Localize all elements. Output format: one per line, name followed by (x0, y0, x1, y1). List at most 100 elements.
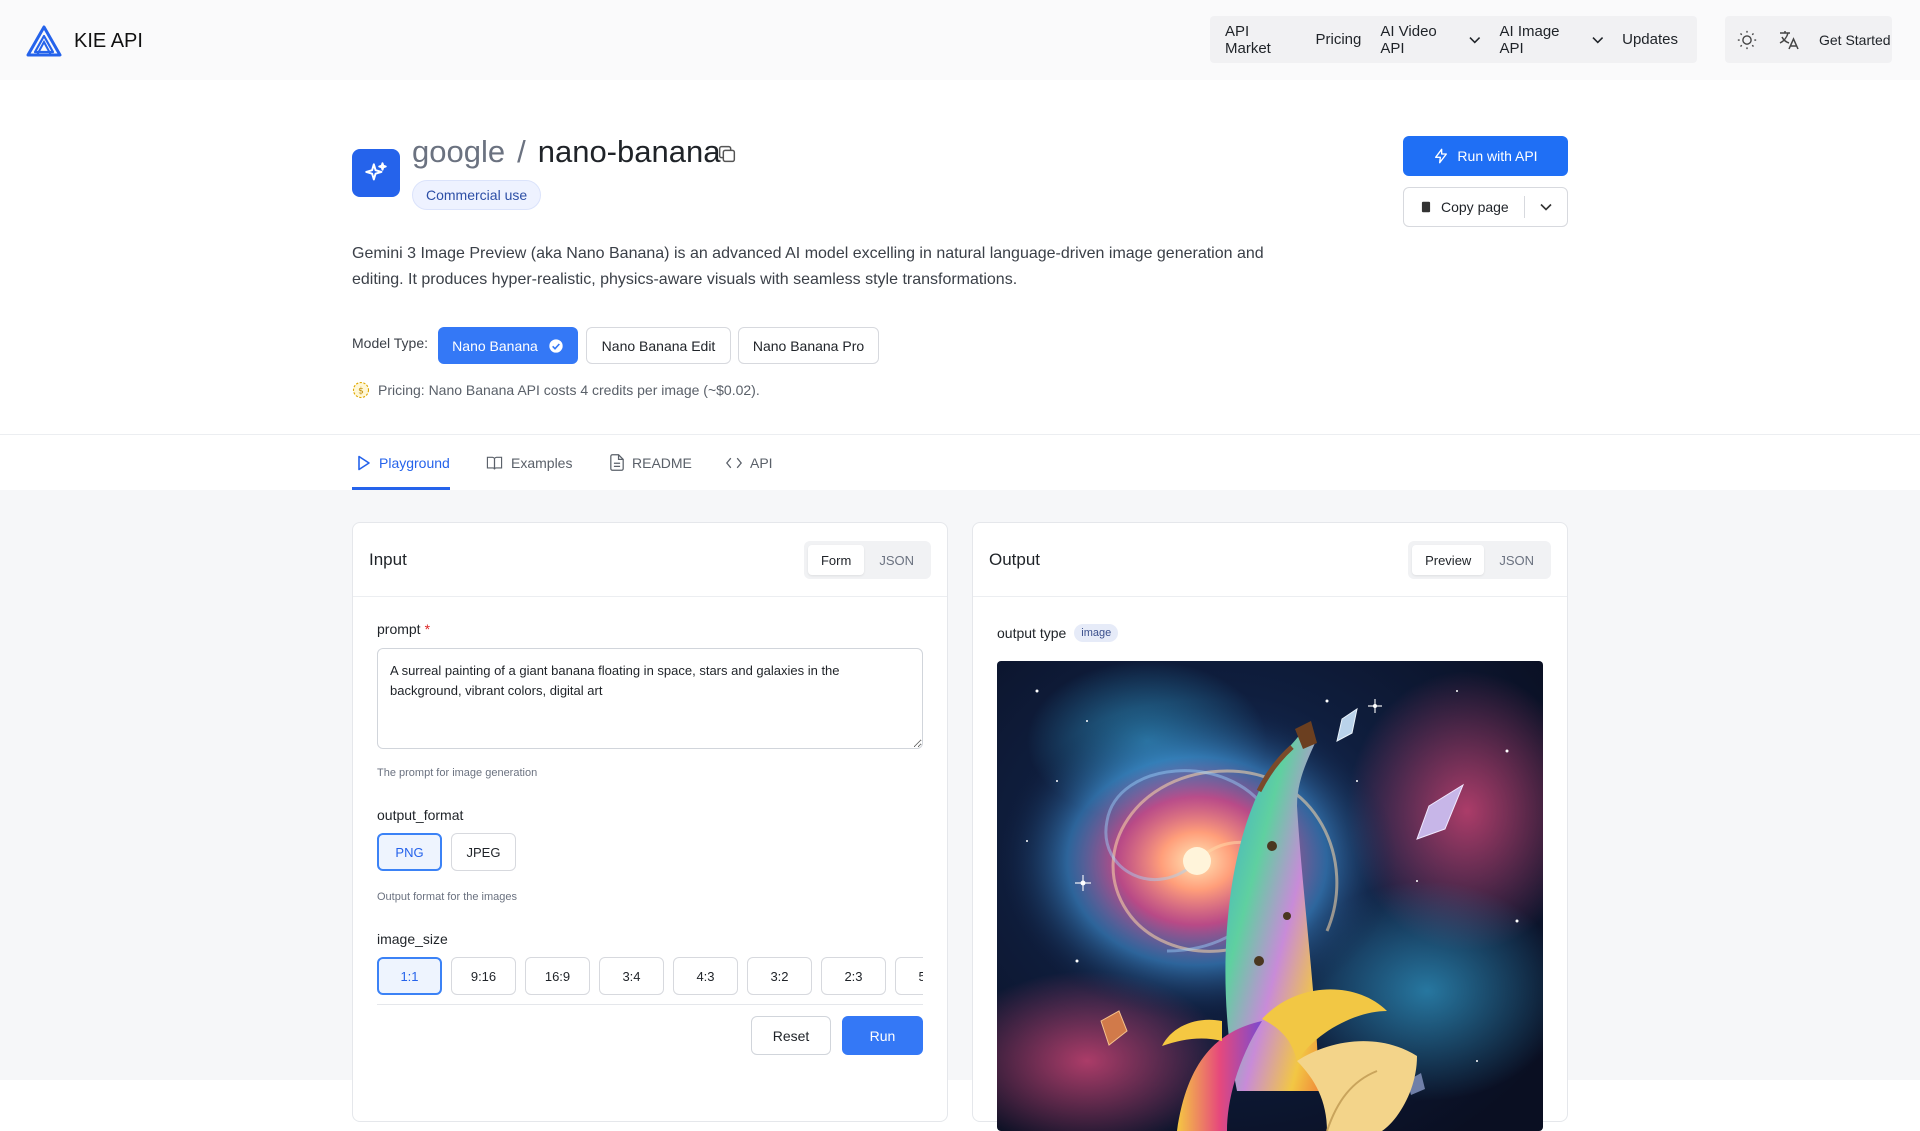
title-separator: / (517, 134, 526, 169)
model-avatar (352, 149, 400, 197)
check-circle-icon (549, 338, 563, 353)
horizontal-scrollbar[interactable] (377, 1004, 923, 1005)
nav-label: AI Image API (1499, 22, 1560, 57)
coin-icon: $ (352, 381, 370, 399)
brand-name: KIE API (74, 29, 143, 52)
image-size-scroller[interactable]: 1:1 9:16 16:9 3:4 4:3 3:2 2:3 5:4 (377, 957, 923, 1001)
chevron-down-icon (1540, 203, 1552, 211)
copy-icon[interactable] (716, 143, 738, 165)
copy-page-label: Copy page (1441, 199, 1509, 215)
copy-page-menu-button[interactable] (1525, 203, 1567, 211)
size-4-3-button[interactable]: 4:3 (673, 957, 738, 995)
reset-button[interactable]: Reset (751, 1016, 831, 1055)
model-name: nano-banana (537, 134, 721, 169)
mode-form[interactable]: Form (807, 545, 865, 575)
model-title: google / nano-banana (412, 134, 720, 170)
size-3-4-button[interactable]: 3:4 (599, 957, 664, 995)
output-panel: Output Preview JSON output type image (972, 522, 1568, 1131)
copy-page-button[interactable]: Copy page (1404, 199, 1524, 215)
format-jpeg-button[interactable]: JPEG (451, 833, 516, 871)
mode-json[interactable]: JSON (866, 545, 927, 575)
pricing-text: Pricing: Nano Banana API costs 4 credits… (378, 382, 760, 398)
run-with-api-label: Run with API (1457, 148, 1538, 164)
sun-icon (1737, 30, 1757, 49)
input-panel-title: Input (369, 550, 407, 569)
nav-api-market[interactable]: API Market (1225, 23, 1296, 57)
translate-icon (1779, 30, 1799, 49)
size-16-9-button[interactable]: 16:9 (525, 957, 590, 995)
banana-in-space-image (997, 661, 1543, 1131)
input-panel: Input Form JSON prompt* The prompt for i… (352, 522, 948, 1122)
nav-ai-image-api[interactable]: AI Image API (1500, 23, 1604, 57)
tab-playground[interactable]: Playground (357, 435, 450, 490)
prompt-help: The prompt for image generation (377, 767, 538, 779)
output-format-label: output_format (377, 807, 464, 823)
kie-logo-icon (26, 25, 62, 57)
model-description: Gemini 3 Image Preview (aka Nano Banana)… (352, 245, 1264, 288)
nav-ai-video-api[interactable]: AI Video API (1380, 22, 1481, 57)
tab-label: Playground (379, 454, 450, 471)
main-nav: API Market Pricing AI Video API AI Image… (1210, 16, 1697, 63)
theme-toggle-button[interactable] (1735, 28, 1759, 52)
model-type-label: Model Type: (352, 335, 429, 351)
page-tabs: Playground Examples README API (0, 434, 1920, 491)
get-started-link[interactable]: Get Started (1819, 32, 1891, 48)
tab-label: README (632, 454, 692, 471)
tab-label: API (750, 454, 773, 471)
input-mode-toggle: Form JSON (803, 541, 931, 579)
size-5-4-button[interactable]: 5:4 (895, 957, 923, 995)
run-button[interactable]: Run (842, 1016, 923, 1055)
nav-label: AI Video API (1380, 22, 1437, 57)
play-icon (358, 455, 370, 470)
code-icon (726, 457, 742, 468)
output-mode-toggle: Preview JSON (1408, 541, 1551, 579)
size-9-16-button[interactable]: 9:16 (451, 957, 516, 995)
output-format-help: Output format for the images (377, 891, 518, 903)
output-panel-header: Output Preview JSON (973, 523, 1567, 597)
format-png-button[interactable]: PNG (377, 833, 442, 871)
generated-image[interactable] (997, 661, 1543, 1131)
chevron-down-icon (1592, 36, 1603, 43)
output-type-row: output type image (997, 624, 1119, 642)
model-type-nano-banana-pro[interactable]: Nano Banana Pro (738, 327, 879, 364)
playground-area (0, 490, 1920, 1080)
size-2-3-button[interactable]: 2:3 (821, 957, 886, 995)
nav-label: API Market (1225, 22, 1271, 57)
tab-examples[interactable]: Examples (486, 435, 572, 490)
model-type-label-text: Nano Banana Edit (601, 337, 716, 354)
svg-text:$: $ (358, 386, 364, 396)
mode-preview[interactable]: Preview (1412, 545, 1485, 575)
size-1-1-button[interactable]: 1:1 (377, 957, 442, 995)
prompt-label: prompt * (377, 621, 430, 637)
document-icon (610, 454, 624, 471)
run-with-api-button[interactable]: Run with API (1403, 136, 1568, 176)
model-type-label-text: Nano Banana (452, 337, 538, 354)
tab-label: Examples (511, 454, 573, 471)
model-type-nano-banana-edit[interactable]: Nano Banana Edit (586, 327, 731, 364)
output-type-badge: image (1074, 624, 1119, 642)
commercial-use-badge: Commercial use (412, 180, 542, 210)
sparkles-icon (365, 162, 387, 181)
nav-actions: Get Started (1725, 16, 1892, 63)
size-3-2-button[interactable]: 3:2 (747, 957, 812, 995)
mode-json[interactable]: JSON (1486, 545, 1547, 575)
prompt-label-text: prompt (377, 621, 421, 637)
required-marker: * (424, 621, 431, 637)
output-type-label: output type (997, 625, 1067, 641)
lightning-icon (1435, 148, 1448, 164)
nav-updates[interactable]: Updates (1622, 31, 1678, 48)
language-button[interactable] (1777, 28, 1801, 52)
image-size-options: 1:1 9:16 16:9 3:4 4:3 3:2 2:3 5:4 (377, 957, 923, 1001)
nav-label: Pricing (1315, 31, 1362, 48)
model-type-label-text: Nano Banana Pro (752, 337, 865, 354)
tab-readme[interactable]: README (610, 435, 692, 490)
prompt-textarea[interactable] (377, 648, 923, 749)
brand-logo[interactable]: KIE API (26, 25, 143, 57)
chevron-down-icon (1469, 36, 1481, 43)
tab-api[interactable]: API (726, 435, 773, 490)
nav-pricing[interactable]: Pricing (1315, 31, 1361, 48)
book-icon (486, 456, 503, 469)
clipboard-icon (1421, 201, 1431, 213)
model-org[interactable]: google (412, 134, 505, 170)
model-type-nano-banana[interactable]: Nano Banana (438, 327, 578, 364)
